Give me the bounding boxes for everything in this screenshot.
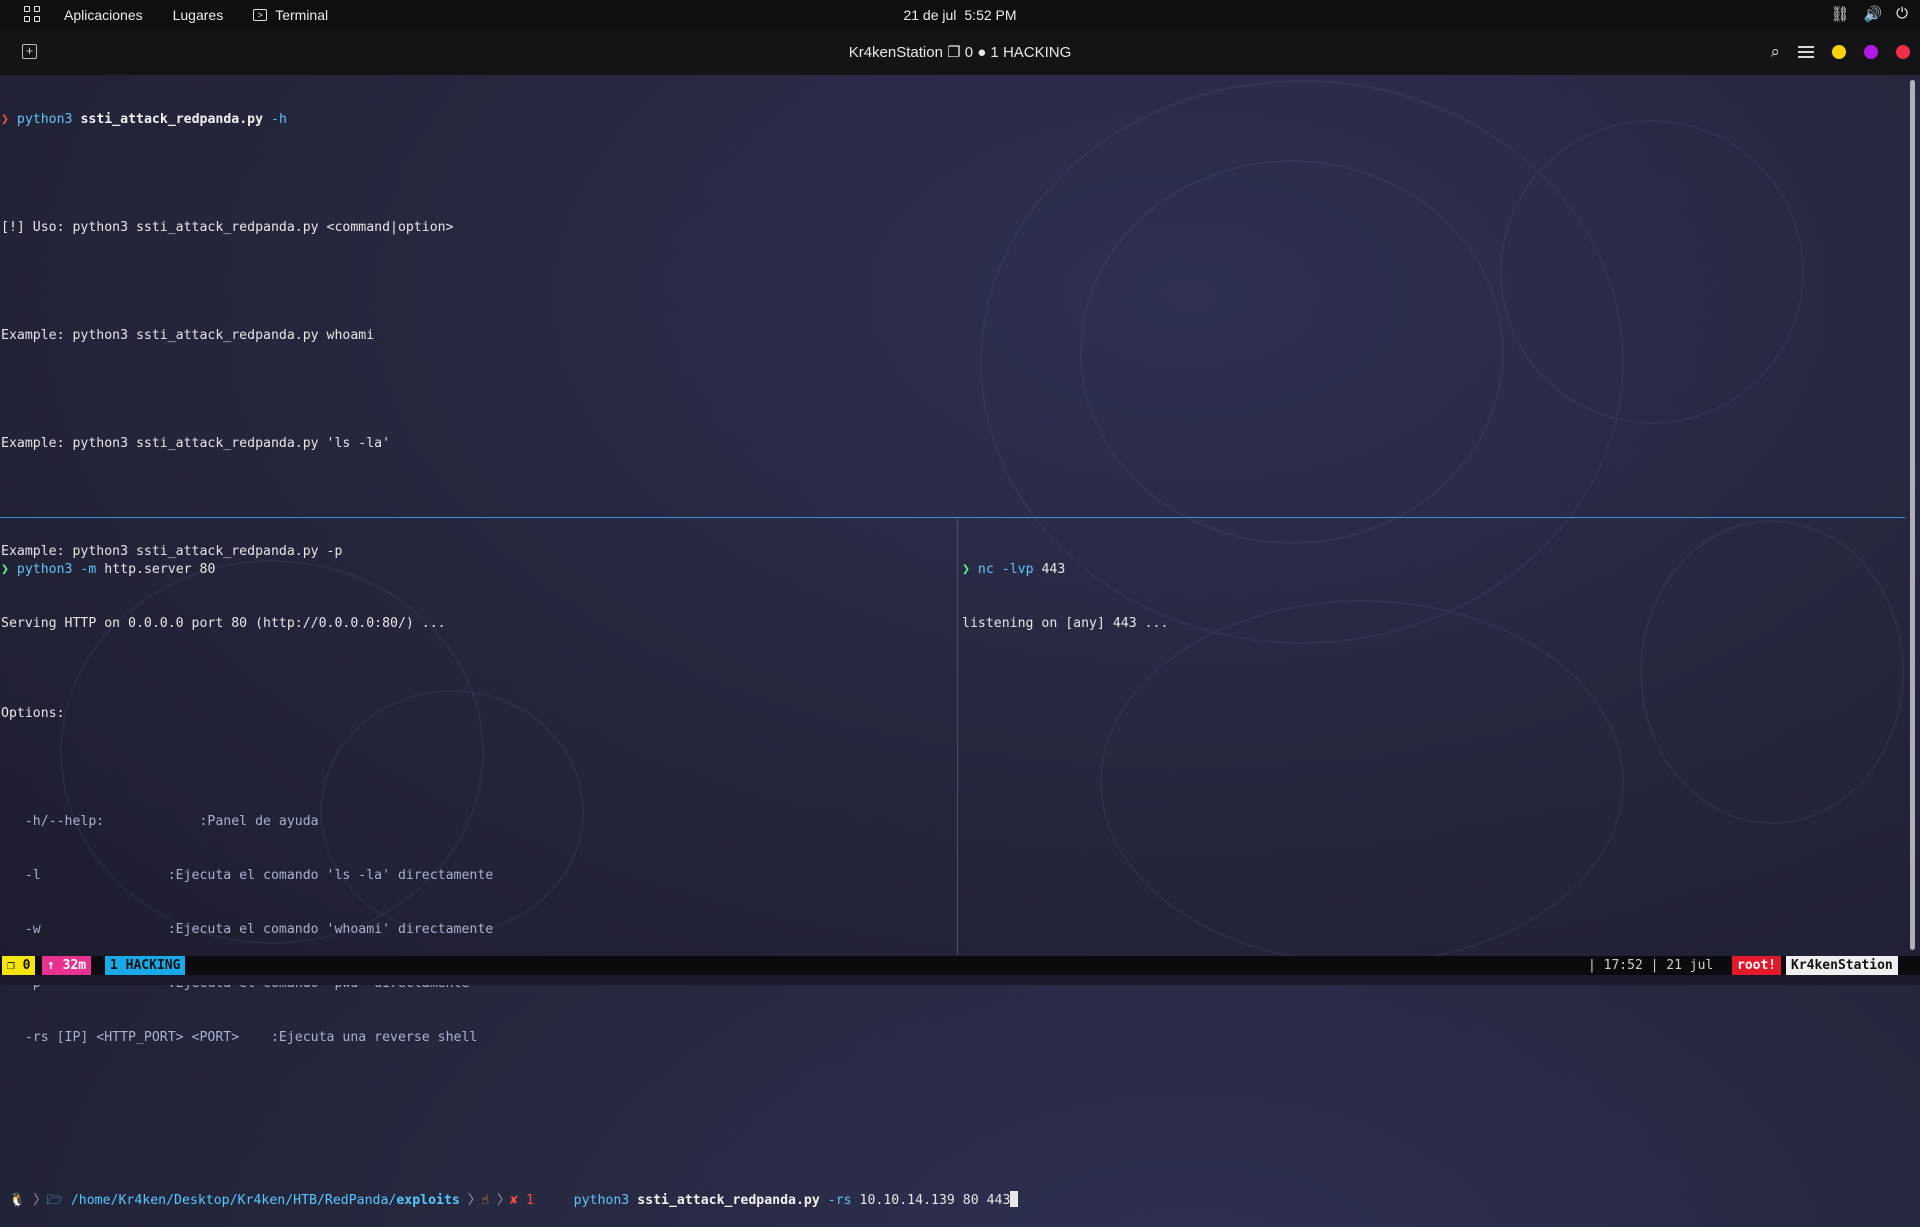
window-title: Kr4kenStation ❐ 0 ● 1 HACKING [848, 44, 1072, 61]
desktop-strip [0, 975, 1920, 985]
system-tray[interactable]: ⛓ 🔊 ⏻ [1830, 5, 1908, 23]
menu-icon[interactable] [1798, 46, 1814, 58]
system-top-bar: Aplicaciones Lugares > Terminal 21 de ju… [0, 0, 1920, 29]
folder-icon: 🗁 [46, 1193, 63, 1208]
text-cursor [1010, 1191, 1019, 1207]
terminal-pane-bottom-left[interactable]: ❯ python3 -m http.server 80 Serving HTTP… [1, 525, 956, 955]
command-name: nc [977, 562, 994, 577]
terminal-pane-top[interactable]: ❯ python3 ssti_attack_redpanda.py -h [!]… [1, 75, 1906, 1208]
clock[interactable]: 21 de jul 5:52 PM [0, 7, 1920, 23]
command-flag: -lvp [1001, 562, 1034, 577]
prompt-path-current: exploits [396, 1193, 460, 1208]
command-args: 443 [1041, 562, 1066, 577]
prompt-arrow: ❯ [962, 562, 970, 577]
command-args: 10.10.14.139 80 443 [859, 1193, 1011, 1208]
command-script: ssti_attack_redpanda.py [637, 1193, 820, 1208]
pane-divider-horizontal[interactable] [0, 517, 1905, 518]
minimize-button[interactable] [1832, 45, 1846, 59]
chevron-right-icon: 〉 [33, 1193, 47, 1208]
example-line-2: Example: python3 ssti_attack_redpanda.py… [1, 436, 391, 451]
close-button[interactable] [1896, 45, 1910, 59]
prompt-arrow: ❯ [1, 562, 9, 577]
host-indicator: Kr4kenStation [1786, 956, 1898, 975]
command-args: http.server 80 [104, 562, 216, 577]
prompt-line: ❯ nc -lvp 443 [962, 561, 1902, 579]
prompt-line: ❯ python3 ssti_attack_redpanda.py -h [1, 111, 1906, 129]
terminal-header-bar: + Kr4kenStation ❐ 0 ● 1 HACKING ⌕ [0, 29, 1920, 75]
linux-icon: 🐧 [8, 1193, 26, 1208]
command-flag: -m [80, 562, 97, 577]
example-line-1: Example: python3 ssti_attack_redpanda.py… [1, 328, 375, 343]
volume-icon[interactable]: 🔊 [1863, 5, 1882, 23]
output-line: listening on [any] 443 ... [962, 616, 1169, 631]
command-name: python3 [573, 1193, 630, 1208]
usage-line: [!] Uso: python3 ssti_attack_redpanda.py… [1, 220, 454, 235]
terminal-pane-bottom-right[interactable]: ❯ nc -lvp 443 listening on [any] 443 ... [962, 525, 1902, 955]
network-icon[interactable]: ⛓ [1830, 5, 1849, 23]
search-icon[interactable]: ⌕ [1770, 42, 1780, 62]
command-flag: -h [271, 112, 287, 127]
option-rs: -rs [IP] <HTTP_PORT> <PORT> :Ejecuta una… [1, 1030, 478, 1045]
command-flag: -rs [827, 1193, 852, 1208]
error-status: ✘ 1 [510, 1193, 534, 1208]
chevron-right-icon: 〉 [467, 1193, 482, 1208]
pane-divider-vertical[interactable] [957, 518, 958, 955]
power-icon[interactable]: ⏻ [1896, 5, 1908, 23]
chevron-right-icon: 〉 [496, 1193, 511, 1208]
git-icon: ☝ [481, 1193, 489, 1208]
window-tab[interactable]: 1 HACKING [105, 956, 186, 975]
current-prompt-line: 🐧 〉🗁 /home/Kr4ken/Desktop/Kr4ken/HTB/Red… [1, 1191, 1906, 1209]
command-name: python3 [16, 562, 73, 577]
status-clock: | 17:52 | 21 jul [1588, 958, 1714, 973]
prompt-line: ❯ python3 -m http.server 80 [1, 561, 956, 579]
tmux-status-bar: ❐ 0 ↑ 32m 1 HACKING | 17:52 | 21 jul roo… [0, 956, 1920, 975]
time-label: 5:52 PM [964, 6, 1017, 23]
maximize-button[interactable] [1864, 45, 1878, 59]
scrollbar[interactable] [1910, 80, 1915, 950]
prompt-arrow: ❯ [1, 112, 9, 127]
command-name: python3 [16, 112, 73, 127]
output-line: Serving HTTP on 0.0.0.0 port 80 (http://… [1, 616, 446, 631]
uptime-indicator: ↑ 32m [42, 956, 92, 975]
date-label: 21 de jul [903, 6, 957, 23]
command-script: ssti_attack_redpanda.py [80, 112, 264, 127]
user-indicator: root! [1732, 956, 1782, 975]
prompt-path: /home/Kr4ken/Desktop/Kr4ken/HTB/RedPanda… [70, 1193, 397, 1208]
session-indicator: ❐ 0 [2, 956, 36, 975]
